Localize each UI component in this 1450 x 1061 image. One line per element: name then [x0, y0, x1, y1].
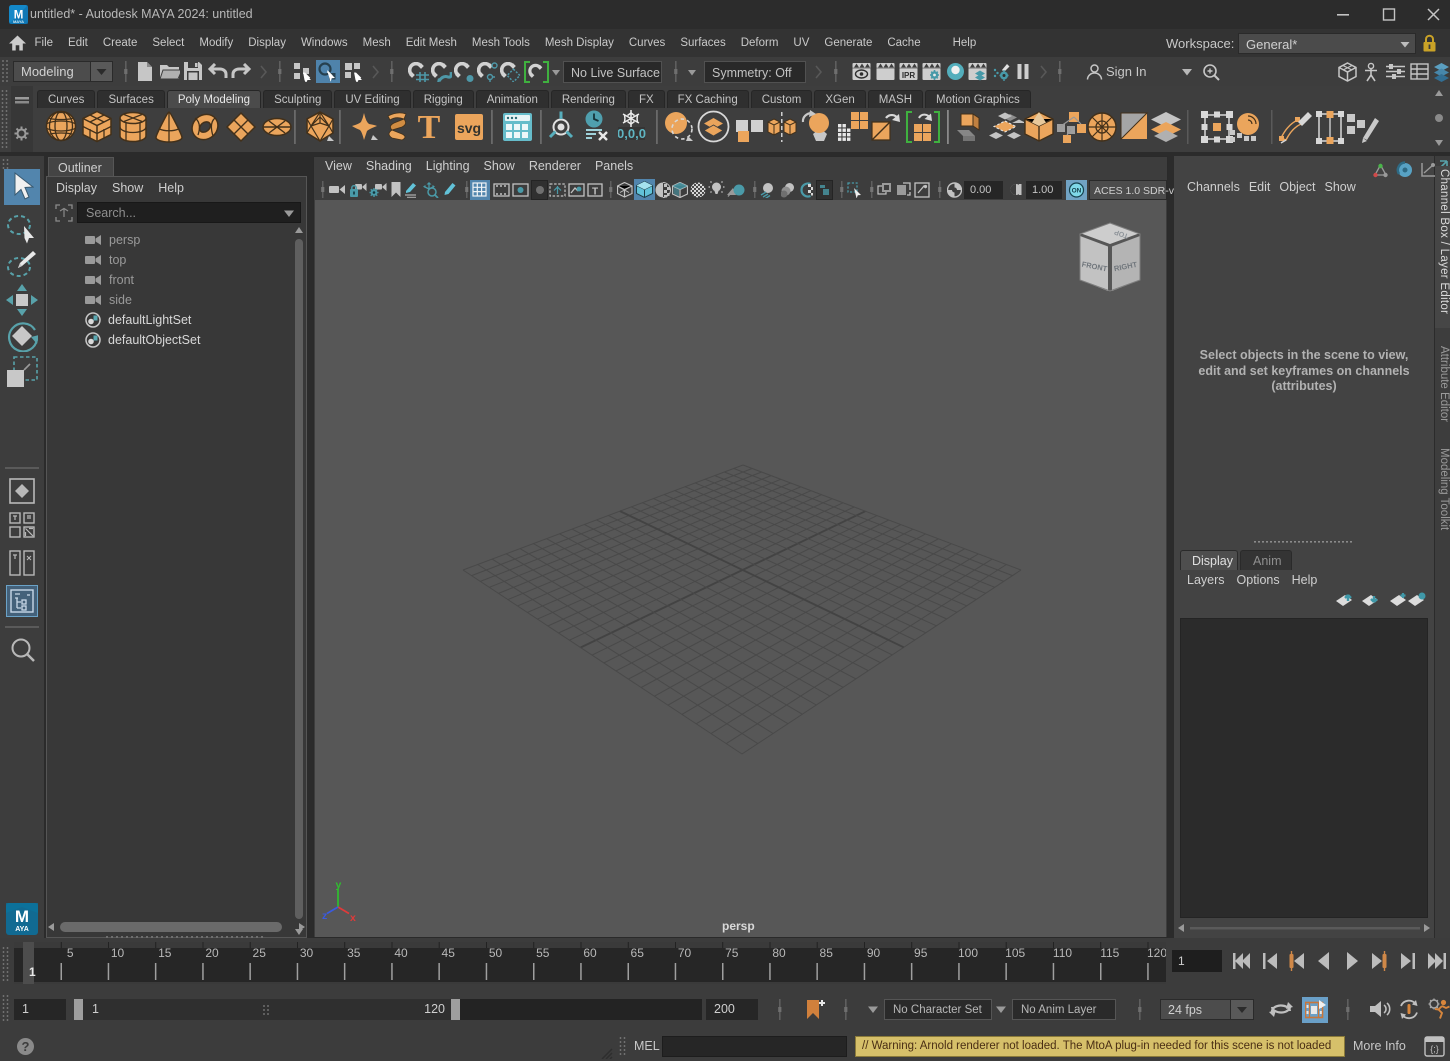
svg-text:100: 100 — [958, 946, 978, 960]
svg-text:IPR: IPR — [902, 71, 916, 80]
svg-text:90: 90 — [867, 946, 881, 960]
svg-text:M: M — [15, 907, 29, 926]
svg-text:120: 120 — [1147, 946, 1166, 960]
svg-text:70: 70 — [678, 946, 692, 960]
svg-text:20: 20 — [205, 946, 219, 960]
svg-text:45: 45 — [442, 946, 456, 960]
svg-text:85: 85 — [820, 946, 834, 960]
svg-text:40: 40 — [394, 946, 408, 960]
svg-text:AYA: AYA — [15, 926, 29, 933]
svg-text:55: 55 — [536, 946, 550, 960]
svg-text:z: z — [322, 910, 327, 922]
svg-text:{;}: {;} — [1430, 1044, 1439, 1054]
svg-text:0,0,0: 0,0,0 — [618, 126, 646, 141]
svg-text:T: T — [592, 187, 598, 198]
svg-text:75: 75 — [725, 946, 739, 960]
svg-text:T: T — [418, 110, 441, 144]
svg-text:115: 115 — [1100, 946, 1119, 960]
svg-text:65: 65 — [631, 946, 645, 960]
svg-text:105: 105 — [1005, 946, 1025, 960]
svg-text:30: 30 — [300, 946, 314, 960]
svg-text:x: x — [350, 912, 356, 922]
svg-text:10: 10 — [111, 946, 125, 960]
svg-text:ON: ON — [1072, 188, 1082, 195]
svg-text:25: 25 — [253, 946, 267, 960]
svg-text:svg: svg — [457, 120, 481, 136]
svg-text:95: 95 — [914, 946, 928, 960]
svg-text:110: 110 — [1053, 946, 1072, 960]
svg-text:MAYA: MAYA — [13, 19, 24, 24]
svg-text:?: ? — [22, 1039, 30, 1054]
svg-text:35: 35 — [347, 946, 361, 960]
svg-text:y: y — [336, 880, 342, 891]
svg-text:15: 15 — [158, 946, 172, 960]
svg-text:5: 5 — [67, 946, 74, 960]
svg-text:60: 60 — [583, 946, 597, 960]
svg-text:80: 80 — [772, 946, 786, 960]
svg-text:50: 50 — [489, 946, 503, 960]
